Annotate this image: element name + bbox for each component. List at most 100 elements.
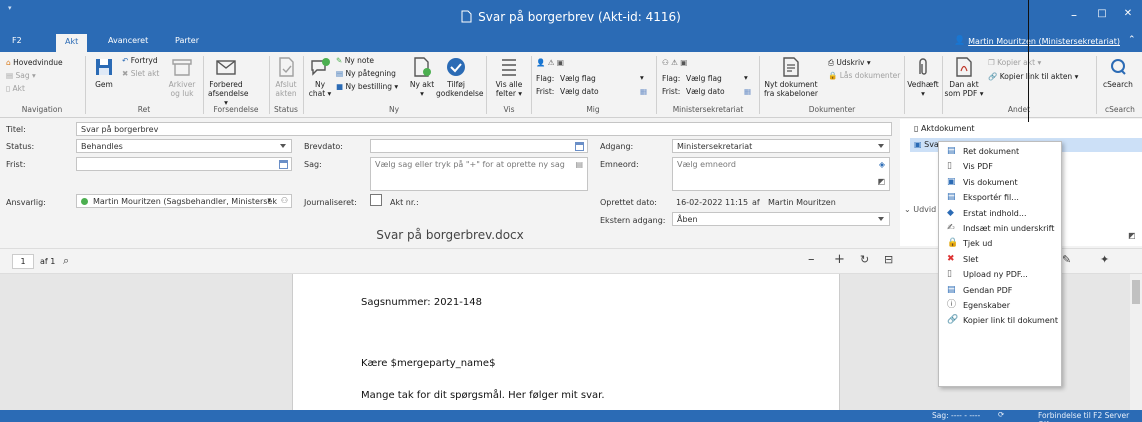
ny-akt-button[interactable]: Ny akt ▾ xyxy=(408,56,436,98)
afslut-akten-button[interactable]: Afslut akten xyxy=(272,56,300,98)
akt-button[interactable]: ▯ Akt xyxy=(6,84,25,94)
document-filename: Svar på borgerbrev.docx xyxy=(376,228,524,242)
kopier-akt-button[interactable]: ❐ Kopier akt ▾ xyxy=(988,58,1041,68)
case-picker-icon[interactable]: ▤ xyxy=(575,159,583,170)
adgang-label: Adgang: xyxy=(600,142,634,151)
tag-icon[interactable]: ◈ xyxy=(879,159,885,170)
ny-chat-button[interactable]: Ny chat ▾ xyxy=(306,56,334,98)
menu-slet[interactable]: ✖ Slet xyxy=(939,252,1061,267)
mig-flag-select[interactable]: Vælg flag xyxy=(560,74,596,84)
status-select[interactable]: Behandles xyxy=(76,139,292,153)
vedhaeft-button[interactable]: Vedhæft ▾ xyxy=(906,56,940,98)
titel-field[interactable]: Svar på borgerbrev xyxy=(76,122,892,136)
edit-icon[interactable]: ✎ xyxy=(1062,253,1071,266)
mig-frist-select[interactable]: Vælg dato xyxy=(560,87,599,97)
fortryd-button[interactable]: ↶ Fortryd xyxy=(122,56,158,66)
zoom-out-icon[interactable]: – xyxy=(808,252,815,267)
word-doc-icon: ▣ xyxy=(914,140,922,149)
laas-dokumenter-button[interactable]: 🔒 Lås dokumenter xyxy=(828,71,900,81)
menu-ret-dokument[interactable]: ▤ Ret dokument xyxy=(939,144,1061,159)
lock-icon: 🔒 xyxy=(828,71,838,80)
people-icon[interactable]: ⚇ xyxy=(281,195,288,206)
menu-tjek-ud[interactable]: 🔒 Tjek ud xyxy=(939,236,1061,251)
scrollbar-thumb[interactable] xyxy=(1132,280,1140,304)
adgang-select[interactable]: Ministersekretariat xyxy=(672,139,890,153)
tab-f2[interactable]: F2 xyxy=(12,36,22,45)
minimize-button[interactable]: – xyxy=(1064,8,1084,24)
udskriv-button[interactable]: ⎙ Udskriv ▾ xyxy=(828,58,871,68)
calendar-icon[interactable]: ▦ xyxy=(640,87,647,97)
ekstern-select[interactable]: Åben xyxy=(672,212,890,226)
vis-alle-felter-button[interactable]: Vis alle felter ▾ xyxy=(492,56,526,98)
archive-icon xyxy=(172,59,192,76)
ny-paategning-button[interactable]: ▤ Ny påtegning xyxy=(336,69,396,79)
ms-frist-select[interactable]: Vælg dato xyxy=(686,87,725,97)
chevron-down-icon[interactable]: ▾ xyxy=(640,73,644,83)
print-icon: ⎙ xyxy=(828,58,834,67)
calendar-icon[interactable] xyxy=(279,160,288,169)
calendar-icon[interactable]: ▦ xyxy=(744,87,751,97)
journaliseret-checkbox[interactable] xyxy=(370,194,382,206)
nyt-dokument-button[interactable]: Nyt dokument fra skabeloner xyxy=(762,56,820,98)
replace-icon: ◆ xyxy=(947,207,954,218)
search-icon[interactable]: ⌕ xyxy=(63,254,69,268)
note-icon: ✎ xyxy=(336,56,343,65)
aktdokument-node[interactable]: ▯ Aktdokument xyxy=(914,124,975,133)
menu-eksporter-fil[interactable]: ▤ Eksportér fil... xyxy=(939,190,1061,205)
fit-width-icon[interactable]: ⊟ xyxy=(884,253,893,266)
vertical-scrollbar[interactable] xyxy=(1130,274,1142,410)
ribbon-separator xyxy=(486,56,487,114)
forbered-afsendelse-button[interactable]: Forbered afsendelse ▾ xyxy=(208,56,249,107)
tab-avanceret[interactable]: Avanceret xyxy=(108,36,148,45)
menu-gendan-pdf[interactable]: ▤ Gendan PDF xyxy=(939,283,1061,298)
new-document-icon xyxy=(414,57,431,77)
maximize-button[interactable]: □ xyxy=(1092,8,1112,24)
menu-indsaet-underskrift[interactable]: ✍ Indsæt min underskrift xyxy=(939,221,1061,236)
menu-kopier-link[interactable]: 🔗 Kopier link til dokument xyxy=(939,313,1061,328)
rotate-icon[interactable]: ↻ xyxy=(860,253,869,266)
selected-document-label[interactable]: ▣ Sva xyxy=(914,140,939,149)
zoom-in-icon[interactable]: + xyxy=(834,252,845,267)
sag-label: Sag: xyxy=(304,160,322,169)
ekstern-label: Ekstern adgang: xyxy=(600,216,666,225)
mouse-pointer-line xyxy=(1028,0,1029,122)
group-label-ret: Ret xyxy=(137,105,151,114)
collapse-ribbon-icon[interactable]: ⌃ xyxy=(1128,35,1136,45)
ny-note-button[interactable]: ✎ Ny note xyxy=(336,56,374,66)
hovedvindue-button[interactable]: ⌂ Hovedvindue xyxy=(6,58,63,68)
pin-icon[interactable]: ✦ xyxy=(1100,253,1109,266)
page-number-input[interactable]: 1 xyxy=(12,254,34,269)
menu-erstat-indhold[interactable]: ◆ Erstat indhold... xyxy=(939,206,1061,221)
dan-akt-pdf-button[interactable]: Dan akt som PDF ▾ xyxy=(944,56,984,98)
akt-nr-label: Akt nr.: xyxy=(390,198,419,207)
kopier-link-button[interactable]: 🔗 Kopier link til akten ▾ xyxy=(988,72,1078,82)
menu-vis-pdf[interactable]: ▯ Vis PDF xyxy=(939,159,1061,174)
status-connection: Forbindelse til F2 Server OK xyxy=(1038,411,1130,422)
slet-akt-button[interactable]: ✖ Slet akt xyxy=(122,69,159,79)
ny-bestilling-button[interactable]: ■ Ny bestilling ▾ xyxy=(336,82,398,92)
csearch-button[interactable]: cSearch xyxy=(1100,56,1136,89)
copy-icon: ❐ xyxy=(988,58,995,67)
emneord-field[interactable]: Vælg emneord ◈ ◩ xyxy=(672,157,890,191)
tab-parter[interactable]: Parter xyxy=(175,36,199,45)
ansvarlig-select[interactable]: Martin Mouritzen (Sagsbehandler, Ministe… xyxy=(76,194,292,208)
oprettet-value: 16-02-2022 11:15 xyxy=(676,198,749,207)
arkiver-button[interactable]: Arkiver og luk xyxy=(168,56,196,98)
expand-icon[interactable]: ◩ xyxy=(1128,231,1136,240)
brevdato-field[interactable] xyxy=(370,139,588,153)
gem-button[interactable]: Gem xyxy=(90,56,118,89)
chevron-down-icon[interactable]: ▾ xyxy=(744,73,748,83)
close-button[interactable]: ✕ xyxy=(1118,8,1138,24)
user-link[interactable]: Martin Mouritzen (Ministersekretariat) xyxy=(968,37,1120,46)
tab-akt[interactable]: Akt xyxy=(56,34,88,52)
frist-field[interactable] xyxy=(76,157,292,171)
expand-icon[interactable]: ◩ xyxy=(877,176,885,187)
menu-upload-pdf[interactable]: ▯ Upload ny PDF... xyxy=(939,267,1061,282)
sag-button[interactable]: ▤ Sag ▾ xyxy=(6,71,36,81)
ms-flag-select[interactable]: Vælg flag xyxy=(686,74,722,84)
menu-egenskaber[interactable]: ⓘ Egenskaber xyxy=(939,298,1061,313)
sag-field[interactable]: Vælg sag eller tryk på "+" for at oprett… xyxy=(370,157,588,191)
tilfoej-godkendelse-button[interactable]: Tilføj godkendelse xyxy=(436,56,484,98)
menu-vis-dokument[interactable]: ▣ Vis dokument xyxy=(939,175,1061,190)
calendar-icon[interactable] xyxy=(575,142,584,151)
